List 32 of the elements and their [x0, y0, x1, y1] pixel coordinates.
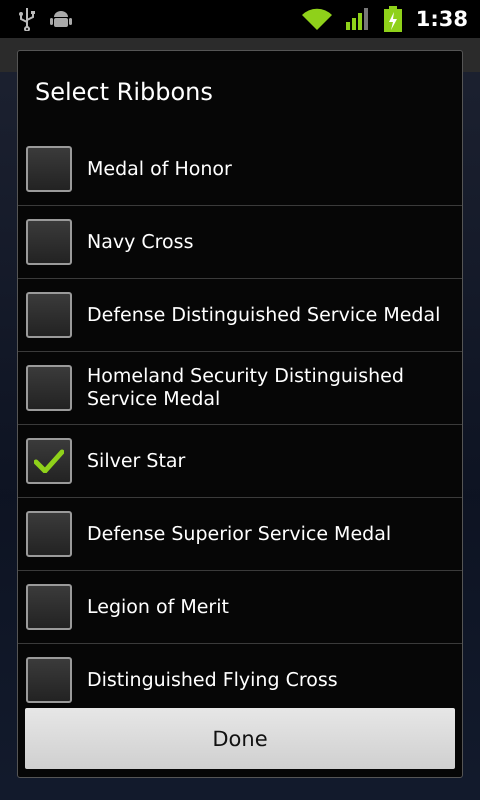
list-item[interactable]: Defense Superior Service Medal — [18, 497, 462, 570]
list-item[interactable]: Medal of Honor — [18, 133, 462, 205]
list-item[interactable]: Legion of Merit — [18, 570, 462, 643]
checkmark-icon — [34, 449, 64, 473]
list-item[interactable]: Homeland Security Distinguished Service Medal — [18, 351, 462, 424]
android-icon — [50, 8, 72, 30]
list-item[interactable]: Defense Distinguished Service Medal — [18, 278, 462, 351]
item-label: Homeland Security Distinguished Service Medal — [87, 365, 405, 411]
checkbox[interactable] — [26, 584, 72, 630]
list-item[interactable]: Silver Star — [18, 424, 462, 497]
item-label: Navy Cross — [87, 230, 194, 254]
item-label: Defense Superior Service Medal — [87, 522, 392, 546]
item-label: Silver Star — [87, 450, 186, 472]
checkbox[interactable] — [26, 219, 72, 265]
battery-charging-icon — [384, 6, 402, 32]
wifi-icon — [302, 8, 332, 30]
list-item[interactable]: Navy Cross — [18, 205, 462, 278]
checkbox[interactable] — [26, 511, 72, 557]
checkbox[interactable] — [26, 438, 72, 484]
checkbox[interactable] — [26, 146, 72, 192]
item-label: Distinguished Flying Cross — [87, 668, 339, 692]
item-label: Defense Distinguished Service Medal — [87, 304, 442, 326]
item-label: Medal of Honor — [87, 158, 233, 180]
dialog-title: Select Ribbons — [34, 77, 214, 108]
signal-icon — [346, 8, 370, 30]
item-label: Legion of Merit — [87, 596, 230, 618]
clock-time: 1:38 — [416, 7, 468, 31]
done-button[interactable]: Done — [25, 708, 455, 769]
usb-icon — [18, 7, 36, 31]
checkbox[interactable] — [26, 292, 72, 338]
checkbox[interactable] — [26, 657, 72, 703]
checkbox[interactable] — [26, 365, 72, 411]
